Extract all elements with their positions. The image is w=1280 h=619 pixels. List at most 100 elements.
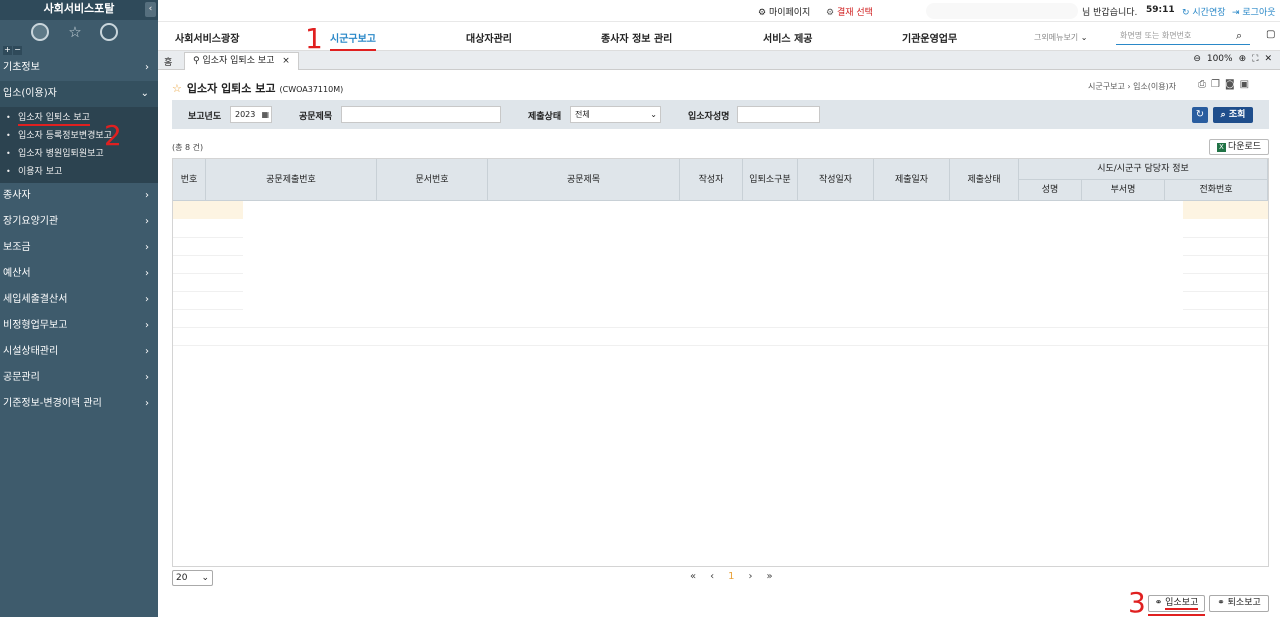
- print-icon[interactable]: ⎙: [1198, 79, 1211, 90]
- year-input[interactable]: 2023 ▦: [230, 106, 272, 123]
- submenu-item-hospital-report[interactable]: • 입소자 병원입퇴원보고: [0, 145, 158, 163]
- col-header-no[interactable]: 번호: [173, 159, 206, 201]
- chevron-right-icon: ›: [145, 268, 149, 279]
- chevron-right-icon: ›: [145, 242, 149, 253]
- star-icon[interactable]: ☆: [66, 23, 84, 41]
- nav-item-report[interactable]: 시군구보고: [330, 30, 376, 51]
- prev-page-icon[interactable]: ‹: [710, 571, 728, 582]
- col-header-author[interactable]: 작성자: [680, 159, 743, 201]
- nav-item-plaza[interactable]: 사회서비스광장: [175, 30, 239, 45]
- zoom-level: 100%: [1206, 54, 1233, 64]
- sidebar-item-facility[interactable]: 시설상태관리 ›: [0, 339, 158, 365]
- nav-item-staff-info[interactable]: 종사자 정보 관리: [601, 30, 672, 45]
- admission-report-button[interactable]: ⚭ 입소보고: [1148, 595, 1205, 612]
- tab-home[interactable]: 홈: [164, 55, 172, 68]
- copy-icon[interactable]: ❐: [1211, 79, 1225, 90]
- result-count: (총 8 건): [172, 143, 204, 152]
- clock-icon[interactable]: [100, 23, 118, 41]
- annotation-3: 3: [1128, 586, 1146, 619]
- col-header-doc-no[interactable]: 문서번호: [377, 159, 488, 201]
- sidebar-item-ltc[interactable]: 장기요양기관 ›: [0, 209, 158, 235]
- sidebar-item-atypical[interactable]: 비정형업무보고 ›: [0, 313, 158, 339]
- calendar-icon[interactable]: ▦: [261, 107, 269, 122]
- expand-all-icon[interactable]: +: [3, 46, 12, 55]
- link-icon: ⚭: [1217, 598, 1225, 608]
- zoom-in-icon[interactable]: ⊕: [1239, 54, 1247, 64]
- chat-icon[interactable]: ▢: [1266, 29, 1275, 40]
- chevron-right-icon: ›: [145, 398, 149, 409]
- collapse-all-icon[interactable]: −: [13, 46, 22, 55]
- chevron-right-icon: ›: [145, 216, 149, 227]
- sidebar-item-budget[interactable]: 예산서 ›: [0, 261, 158, 287]
- search-icon[interactable]: ⌕: [1236, 29, 1242, 43]
- status-select[interactable]: 전체 ⌄: [570, 106, 661, 123]
- next-page-icon[interactable]: ›: [749, 571, 767, 582]
- annotation-2: 2: [104, 119, 122, 152]
- submenu-item-admission-report[interactable]: • 입소자 입퇴소 보고: [0, 109, 158, 127]
- chevron-down-icon: ⌄: [1080, 33, 1088, 42]
- page-nav: «‹1›»: [690, 571, 787, 582]
- col-header-submission-no[interactable]: 공문제출번호: [206, 159, 377, 201]
- other-menu-toggle[interactable]: 그외메뉴보기 ⌄: [1034, 32, 1087, 43]
- chevron-left-icon[interactable]: ‹: [145, 2, 156, 17]
- col-header-dept[interactable]: 부서명: [1082, 180, 1165, 201]
- refresh-icon: ↻: [1195, 109, 1205, 120]
- extend-time-link[interactable]: ↻ 시간연장: [1182, 5, 1226, 18]
- col-header-name[interactable]: 성명: [1019, 180, 1082, 201]
- sidebar-item-subsidy[interactable]: 보조금 ›: [0, 235, 158, 261]
- chevron-right-icon: ›: [145, 346, 149, 357]
- sidebar-item-documents[interactable]: 공문관리 ›: [0, 365, 158, 391]
- sidebar-item-history[interactable]: 기준정보-변경이력 관리 ›: [0, 391, 158, 417]
- nav-item-targets[interactable]: 대상자관리: [466, 30, 512, 45]
- star-icon[interactable]: ☆: [172, 82, 182, 95]
- col-header-phone[interactable]: 전화번호: [1165, 180, 1268, 201]
- mypage-link[interactable]: ⚙ 마이페이지: [758, 5, 810, 18]
- expand-collapse: + −: [0, 44, 158, 55]
- logout-link[interactable]: ⇥ 로그아웃: [1232, 5, 1276, 18]
- subject-input[interactable]: [341, 106, 501, 123]
- col-header-subject[interactable]: 공문제목: [488, 159, 680, 201]
- fullscreen-icon[interactable]: ⛶: [1252, 54, 1258, 64]
- first-page-icon[interactable]: «: [690, 571, 710, 582]
- main-nav: 사회서비스광장 시군구보고 대상자관리 종사자 정보 관리 서비스 제공 기관운…: [158, 22, 1280, 51]
- chevron-down-icon: ⌄: [140, 88, 149, 99]
- sidebar-item-staff[interactable]: 종사자 ›: [0, 183, 158, 209]
- close-all-icon[interactable]: ✕: [1264, 54, 1272, 64]
- nav-item-service[interactable]: 서비스 제공: [763, 30, 812, 45]
- close-icon[interactable]: ×: [282, 56, 290, 66]
- sidebar-item-resident[interactable]: 입소(이용)자 ⌄: [0, 81, 158, 107]
- download-button[interactable]: X 다운로드: [1209, 139, 1269, 155]
- reset-button[interactable]: ↻: [1192, 107, 1208, 123]
- col-header-status[interactable]: 제출상태: [950, 159, 1019, 201]
- chevron-right-icon: ›: [145, 372, 149, 383]
- tab-admission-report[interactable]: ⚲ 입소자 입퇴소 보고 ×: [184, 52, 299, 70]
- screen-search-input[interactable]: 화면명 또는 화면번호: [1116, 27, 1250, 45]
- help-icon[interactable]: ▣: [1240, 79, 1254, 90]
- refresh-icon: ↻: [1182, 8, 1193, 18]
- search-button[interactable]: ⌕ 조회: [1213, 107, 1253, 123]
- submenu-item-user-report[interactable]: • 이용자 보고: [0, 163, 158, 181]
- nav-item-operations[interactable]: 기관운영업무: [902, 30, 957, 45]
- annotation-underline: [1148, 614, 1205, 616]
- list-icon[interactable]: [31, 23, 49, 41]
- approval-link[interactable]: ⚙ 결재 선택: [826, 5, 873, 18]
- search-icon: ⌕: [1220, 110, 1229, 120]
- col-header-type[interactable]: 입퇴소구분: [743, 159, 798, 201]
- resident-name-input[interactable]: [737, 106, 820, 123]
- submenu-item-info-change-report[interactable]: • 입소자 등록정보변경보고: [0, 127, 158, 145]
- col-header-submitted[interactable]: 제출일자: [874, 159, 950, 201]
- link-icon: ⚭: [1154, 598, 1163, 608]
- sidebar-item-basic-info[interactable]: 기초정보 ›: [0, 55, 158, 81]
- sidebar-header: 사회서비스포탈 ‹: [0, 0, 158, 20]
- discharge-report-button[interactable]: ⚭ 퇴소보고: [1209, 595, 1269, 612]
- zoom-out-icon[interactable]: ⊖: [1193, 54, 1201, 64]
- chevron-right-icon: ›: [145, 62, 149, 73]
- col-header-created[interactable]: 작성일자: [798, 159, 874, 201]
- last-page-icon[interactable]: »: [767, 571, 787, 582]
- chevron-down-icon: ⌄: [201, 573, 209, 583]
- current-page[interactable]: 1: [728, 571, 748, 582]
- page-size-select[interactable]: 20 ⌄: [172, 570, 213, 586]
- portal-title: 사회서비스포탈: [43, 2, 115, 15]
- camera-icon[interactable]: ◙: [1225, 79, 1240, 90]
- sidebar-item-settlement[interactable]: 세입세출결산서 ›: [0, 287, 158, 313]
